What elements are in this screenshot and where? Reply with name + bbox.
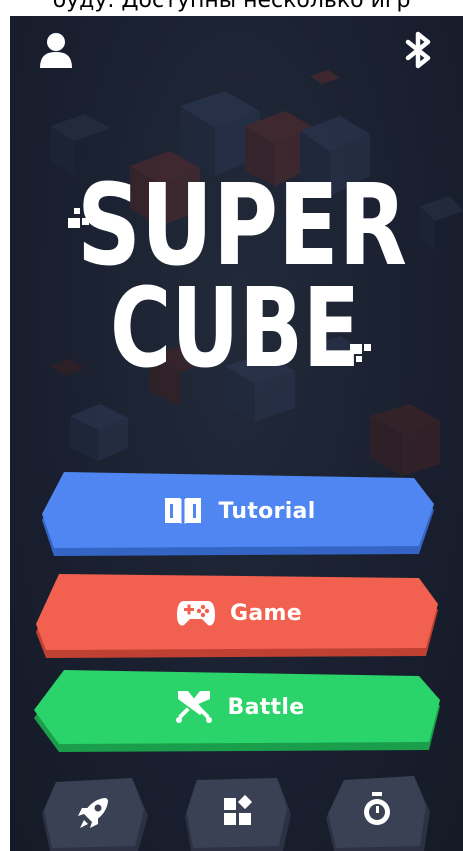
app-screen: SUPER CUBE Tutorial Game Battle <box>10 16 463 851</box>
grid-button-shape <box>185 778 291 851</box>
gamepad-icon <box>177 601 216 626</box>
game-button[interactable]: Game <box>34 572 444 662</box>
rocket-button[interactable] <box>40 776 150 851</box>
tutorial-label: Tutorial <box>218 498 316 524</box>
top-caption-text: буду. Доступны несколько игр <box>52 0 411 13</box>
logo-line2: CUBE <box>110 264 360 392</box>
tutorial-button-content: Tutorial <box>34 470 444 552</box>
battle-button-content: Battle <box>34 666 444 748</box>
super-cube-logo: SUPER CUBE <box>10 161 463 396</box>
rocket-button-shape <box>42 778 148 851</box>
battle-label: Battle <box>227 694 305 720</box>
bluetooth-icon <box>405 31 431 69</box>
grid-button[interactable] <box>183 776 293 851</box>
battle-button[interactable]: Battle <box>34 666 444 756</box>
stopwatch-button[interactable] <box>324 776 434 851</box>
crossed-swords-icon <box>175 691 212 723</box>
game-label: Game <box>230 600 302 626</box>
profile-button[interactable] <box>36 28 80 72</box>
bluetooth-button[interactable] <box>398 28 442 72</box>
book-icon <box>165 498 202 525</box>
user-icon <box>40 33 72 68</box>
stopwatch-button-shape <box>326 776 430 851</box>
game-button-content: Game <box>34 572 444 654</box>
logo-graphic: SUPER CUBE <box>68 161 407 392</box>
tutorial-button[interactable]: Tutorial <box>34 470 444 560</box>
